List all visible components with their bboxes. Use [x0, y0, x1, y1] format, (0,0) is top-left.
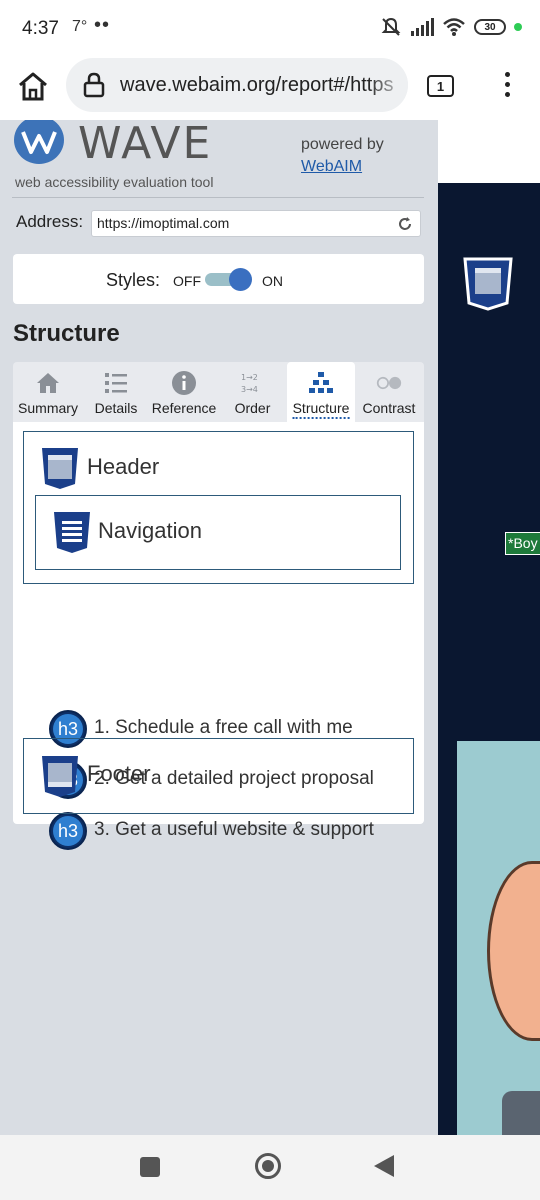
back-button[interactable]	[374, 1155, 394, 1177]
home-button[interactable]	[255, 1153, 281, 1179]
section-title: Structure	[13, 320, 120, 347]
footer-landmark-icon	[42, 756, 78, 797]
order-icon: 1→23→4	[241, 373, 258, 394]
webaim-link[interactable]: WebAIM	[301, 158, 362, 176]
battery-icon: 30	[474, 19, 506, 35]
styles-on-label: ON	[262, 273, 283, 289]
home-icon	[37, 373, 59, 393]
wave-sidebar: WAVE web accessibility evaluation tool p…	[0, 120, 438, 1135]
tab-summary[interactable]: Summary	[13, 362, 83, 422]
powered-by-text: powered by	[301, 136, 384, 153]
system-nav-bar	[0, 1135, 540, 1200]
header-landmark-icon	[42, 448, 78, 489]
styles-toggle[interactable]	[205, 268, 253, 291]
heading-item-3[interactable]: h3 3. Get a useful website & support	[49, 812, 419, 850]
status-bar: 4:37 7° •• 30	[0, 0, 540, 58]
address-label: Address:	[16, 212, 84, 231]
styles-toggle-card: Styles: OFF ON	[13, 254, 424, 304]
footer-landmark[interactable]: Footer	[23, 738, 414, 814]
privacy-indicator	[514, 23, 522, 31]
wave-tagline: web accessibility evaluation tool	[15, 174, 214, 190]
tab-switcher-button[interactable]: 1	[427, 75, 454, 97]
tab-reference[interactable]: Reference	[149, 362, 219, 422]
info-icon	[172, 371, 196, 395]
status-notification-dots: ••	[94, 14, 111, 36]
wave-logo-icon[interactable]	[13, 120, 65, 166]
home-icon[interactable]	[16, 70, 50, 104]
menu-icon[interactable]	[500, 72, 514, 100]
tab-details[interactable]: Details	[88, 362, 144, 422]
svg-text:3→4: 3→4	[241, 385, 258, 394]
footer-label: Footer	[87, 761, 151, 786]
address-bar[interactable]: wave.webaim.org/report#/https	[66, 58, 408, 112]
reload-icon[interactable]	[397, 216, 413, 232]
header-landmark-icon[interactable]	[463, 257, 513, 311]
divider	[12, 197, 424, 198]
structure-panel: Header Navigation h3 1. Schedule a free …	[13, 422, 424, 850]
recent-apps-button[interactable]	[140, 1157, 160, 1177]
wave-logo-text: WAVE	[78, 120, 213, 169]
browser-toolbar: wave.webaim.org/report#/https 1	[0, 58, 540, 120]
navigation-label: Navigation	[98, 518, 202, 543]
panel-tabs: Summary Details Reference 1→2 3→4 Order S…	[13, 362, 424, 422]
status-time: 4:37	[22, 18, 59, 39]
lock-icon	[83, 72, 105, 98]
wave-logo-area: WAVE web accessibility evaluation tool p…	[0, 120, 438, 198]
tab-structure[interactable]: Structure	[287, 362, 355, 422]
structure-icon	[309, 372, 333, 393]
toggle-knob	[229, 268, 252, 291]
contrast-icon	[376, 376, 402, 390]
tab-contrast[interactable]: Contrast	[357, 362, 421, 422]
url-text: wave.webaim.org/report#/https	[120, 74, 394, 96]
status-temperature: 7°	[72, 18, 88, 35]
styles-off-label: OFF	[173, 273, 201, 289]
signal-icon	[411, 18, 434, 36]
header-label: Header	[87, 454, 160, 479]
page-preview[interactable]: *Boy	[438, 120, 540, 1135]
navigation-landmark-icon	[54, 512, 90, 553]
alt-text-tag[interactable]: *Boy	[505, 532, 540, 555]
wifi-icon	[443, 18, 465, 36]
navigation-landmark[interactable]: Navigation	[35, 495, 401, 570]
mute-icon	[381, 17, 401, 36]
list-icon	[105, 373, 127, 393]
tab-order[interactable]: 1→2 3→4 Order	[225, 362, 280, 422]
styles-label: Styles:	[106, 270, 161, 290]
preview-image	[457, 741, 540, 1135]
status-icons: 30	[380, 16, 522, 38]
svg-text:1→2: 1→2	[241, 373, 258, 382]
address-input[interactable]	[97, 215, 387, 231]
h3-icon: h3	[49, 812, 87, 850]
address-field[interactable]	[91, 210, 421, 237]
